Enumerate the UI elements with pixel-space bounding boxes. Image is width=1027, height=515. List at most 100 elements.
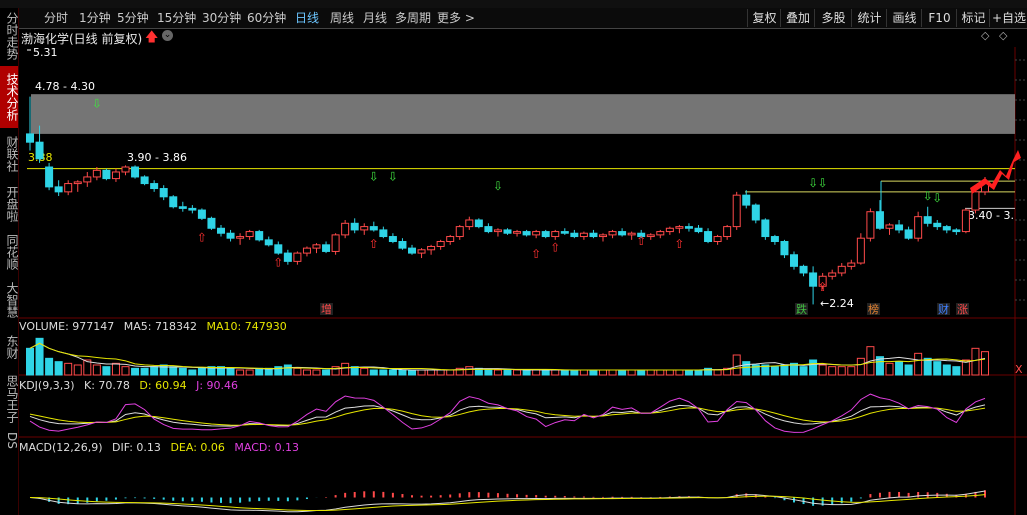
candle-body xyxy=(522,231,531,236)
volume-bar xyxy=(73,364,82,376)
candle-body xyxy=(188,207,197,211)
candle-body xyxy=(770,236,779,243)
buy-signal-icon: ⇧ xyxy=(550,240,560,254)
volume-bar xyxy=(732,354,741,376)
macd-dea: DEA: 0.06 xyxy=(170,441,225,454)
volume-bar xyxy=(837,366,846,376)
candle-body xyxy=(933,222,942,228)
volume-bar xyxy=(26,347,34,376)
buy-signal-icon: ⇧ xyxy=(273,255,283,269)
volume-bar xyxy=(408,369,416,376)
volume-bar xyxy=(971,347,980,376)
volume-bar xyxy=(885,362,894,376)
low-price-label: ←2.24 xyxy=(820,297,854,310)
candle-body xyxy=(799,265,808,274)
candle-body xyxy=(388,236,397,243)
volume-bar xyxy=(45,357,54,376)
sell-signal-icon: ⇩ xyxy=(808,176,818,190)
candle-body xyxy=(599,234,607,238)
kline-chart[interactable]: 5.314.78 - 4.303.883.90 - 3.86←2.243.40 … xyxy=(0,0,1027,515)
volume-bar xyxy=(188,369,197,376)
volume-bar xyxy=(799,366,808,376)
candle-body xyxy=(627,232,636,236)
volume-bar xyxy=(64,362,73,376)
volume-bar xyxy=(226,367,235,376)
sell-signal-icon: ⇩ xyxy=(932,191,942,205)
candle-body xyxy=(102,169,111,180)
candle-body xyxy=(570,232,579,238)
kdj-label: KDJ(9,3,3) xyxy=(19,379,75,392)
candle-body xyxy=(532,231,541,236)
candle-body xyxy=(541,231,550,238)
line-label: 3.90 - 3.86 xyxy=(127,151,187,164)
volume-bar xyxy=(131,367,140,376)
sell-signal-icon: ⇩ xyxy=(923,189,933,203)
sell-signal-icon: ⇩ xyxy=(818,176,828,190)
kdj-j-line xyxy=(29,393,986,433)
macd-header: MACD(12,26,9) DIF: 0.13 DEA: 0.06 MACD: … xyxy=(19,441,299,455)
event-marker: 跌 xyxy=(796,302,807,316)
volume-bar xyxy=(513,369,522,376)
candle-body xyxy=(560,231,569,234)
volume-bar xyxy=(178,367,187,376)
candle-body xyxy=(54,186,63,193)
volume-bar xyxy=(369,369,378,376)
volume-bar xyxy=(255,367,264,376)
candle-body xyxy=(207,217,216,229)
volume-bar xyxy=(599,369,607,376)
candle-body xyxy=(35,141,44,160)
candle-body xyxy=(885,224,894,229)
macd-label: MACD(12,26,9) xyxy=(19,441,103,454)
candle-body xyxy=(694,227,703,233)
candle-body xyxy=(255,231,264,241)
volume-bar xyxy=(293,367,302,376)
candle-body xyxy=(264,239,273,246)
candle-body xyxy=(942,226,951,231)
kdj-k: K: 70.78 xyxy=(84,379,130,392)
candle-body xyxy=(197,209,206,219)
volume-bar xyxy=(665,369,674,376)
volume-bar xyxy=(713,369,722,376)
candle-body xyxy=(723,226,732,238)
buy-signal-icon: ⇧ xyxy=(674,237,684,251)
candle-body xyxy=(465,219,474,228)
candle-body xyxy=(474,219,483,228)
volume-bar xyxy=(140,367,149,376)
candle-body xyxy=(417,249,426,254)
candle-body xyxy=(408,247,416,254)
candle-body xyxy=(856,237,865,264)
candle-body xyxy=(360,226,369,231)
candle-body xyxy=(322,244,331,252)
candle-body xyxy=(713,236,722,243)
volume-bar xyxy=(417,369,426,376)
kdj-j: J: 90.46 xyxy=(196,379,239,392)
volume-bar xyxy=(656,369,665,376)
candle-body xyxy=(732,194,741,228)
candle-body xyxy=(226,232,235,239)
volume-bar xyxy=(102,366,111,376)
volume-bar xyxy=(302,369,311,376)
candle-body xyxy=(436,241,445,247)
candle-body xyxy=(656,231,665,236)
candle-body xyxy=(331,234,340,252)
volume-bar xyxy=(770,366,779,376)
candle-body xyxy=(790,254,798,267)
volume-bar xyxy=(809,359,818,376)
candle-body xyxy=(283,252,292,262)
kdj-header: KDJ(9,3,3) K: 70.78 D: 60.94 J: 90.46 xyxy=(19,379,238,393)
volume-bar xyxy=(446,369,455,376)
candle-body xyxy=(140,176,149,185)
volume-bar xyxy=(427,369,436,376)
event-marker: 增 xyxy=(321,302,332,316)
candle-body xyxy=(923,216,932,224)
candle-body xyxy=(178,206,187,209)
volume-bar xyxy=(169,366,178,376)
volume-ma10: MA10: 747930 xyxy=(206,320,287,333)
candle-body xyxy=(675,226,684,229)
volume-bar xyxy=(121,366,130,376)
macd-value: MACD: 0.13 xyxy=(234,441,300,454)
candle-body xyxy=(427,245,436,251)
right-price-label: 3.40 - 3. xyxy=(968,209,1014,222)
candle-body xyxy=(159,188,168,198)
resistance-zone xyxy=(31,94,1015,134)
